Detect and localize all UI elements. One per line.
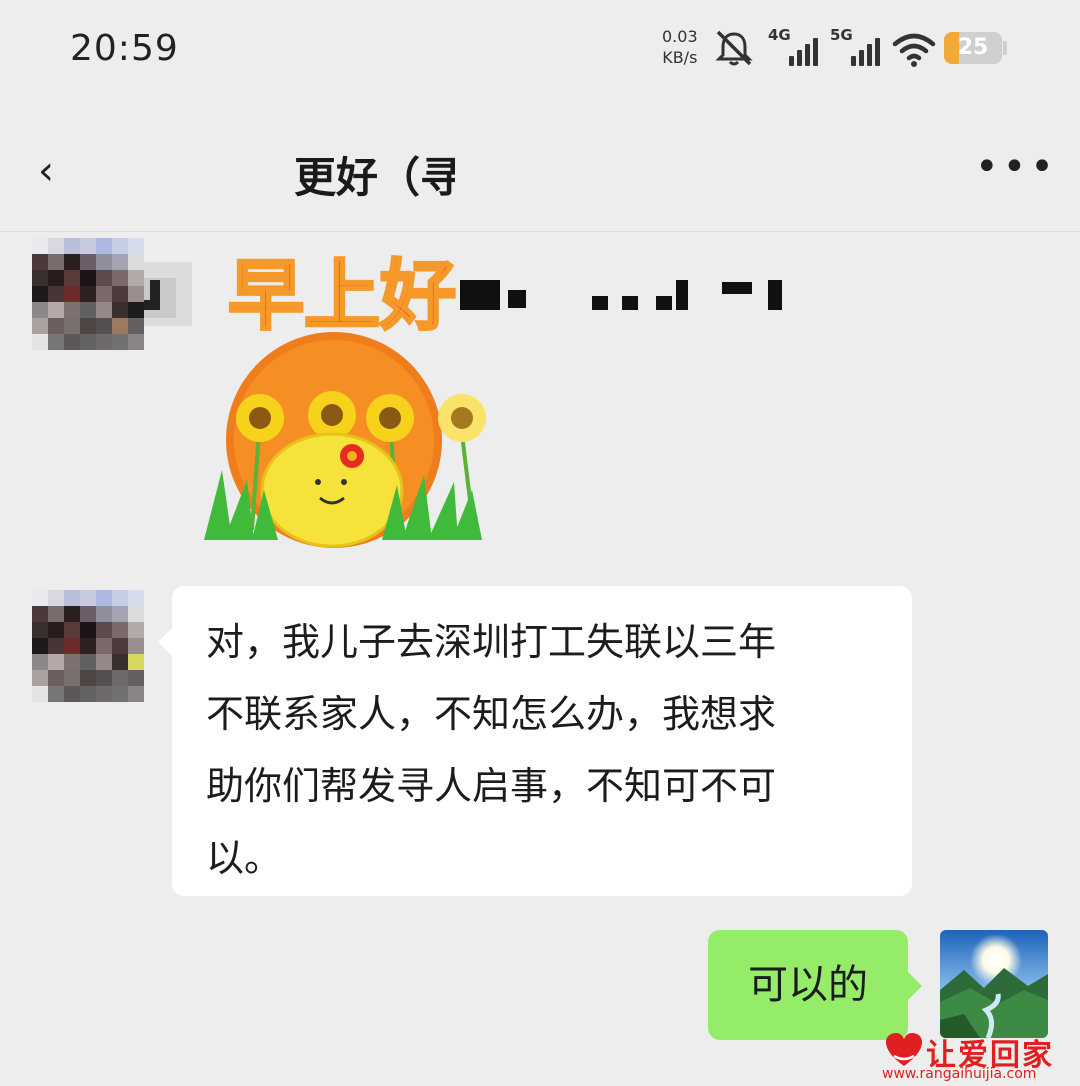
signal-bars-icon [789,38,818,66]
watermark-url: www.rangaihuijia.com [882,1066,1037,1082]
good-morning-sticker[interactable]: 早上好 [192,250,492,550]
signal-5g: 5G [830,26,880,68]
network-speed-unit: KB/s [662,48,698,67]
battery-cap [1003,41,1007,55]
sticker-text: 早上好 [228,251,456,340]
signal-4g-label: 4G [768,26,791,44]
wifi-icon [892,33,936,67]
signal-bars-icon [851,38,880,66]
outgoing-message-bubble[interactable]: 可以的 [708,930,922,1040]
contact-avatar[interactable] [32,590,144,702]
message-line: 助你们帮发寻人启事，不知可不可 [206,764,777,808]
message-line: 不联系家人，不知怎么办，我想求 [206,692,777,736]
status-bar: 20:59 0.03 KB/s 4G 5G 25 [0,0,1080,100]
signal-5g-label: 5G [830,26,853,44]
contact-avatar[interactable] [32,238,144,350]
message-line: 对，我儿子去深圳打工失联以三年 [206,620,777,664]
status-icons: 4G 5G [712,26,936,68]
heart-hands-icon [886,1033,922,1066]
my-avatar[interactable] [940,930,1048,1038]
more-button[interactable]: ••• [975,144,1058,190]
message-text: 可以的 [748,962,868,1008]
battery-level: 25 [957,35,989,60]
network-speed-value: 0.03 [662,27,698,46]
network-speed: 0.03 KB/s [662,26,698,68]
more-dots-icon: ••• [975,144,1058,190]
sticker-image: 早上好 [204,250,486,548]
signal-4g: 4G [768,26,818,68]
battery-icon: 25 [944,32,1002,64]
chat-title: 更好（寻 [294,153,463,202]
chat-header: ‹ 更好（寻 ••• [0,120,1080,326]
watermark: 让爱回家 www.rangaihuijia.com [882,1030,1078,1086]
incoming-message-bubble[interactable]: 对，我儿子去深圳打工失联以三年 不联系家人，不知怎么办，我想求 助你们帮发寻人启… [158,586,912,896]
back-button[interactable]: ‹ [38,148,54,194]
status-time: 20:59 [70,28,179,69]
bell-muted-icon [715,30,753,66]
title-redacted [455,150,795,198]
chevron-left-icon: ‹ [38,148,54,194]
landscape-avatar-image [940,930,1048,1038]
message-line: 以。 [206,836,283,880]
